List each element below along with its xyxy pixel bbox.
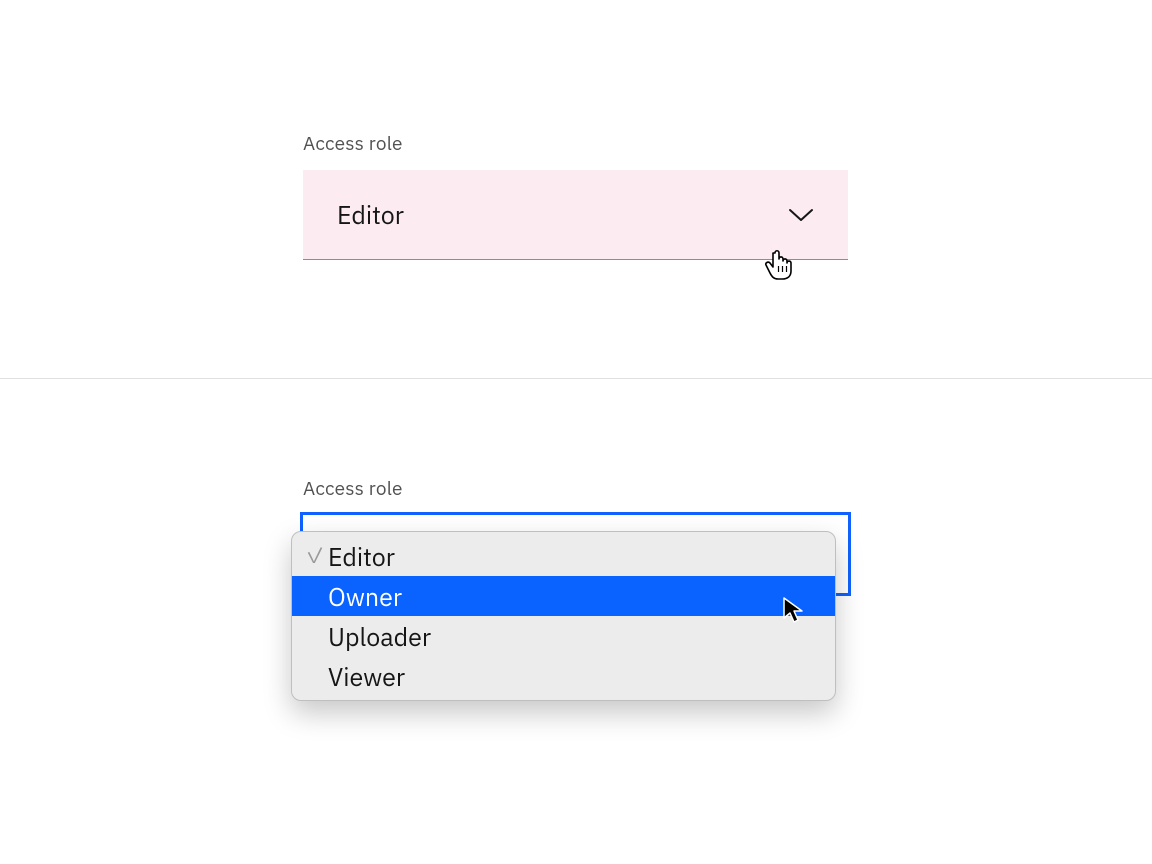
menu-option-editor[interactable]: ✓ Editor: [292, 536, 835, 576]
menu-option-label: Viewer: [328, 660, 405, 693]
menu-option-label: Uploader: [328, 620, 431, 653]
chevron-down-icon: [788, 207, 814, 223]
access-role-menu[interactable]: ✓ Editor Owner Uploader Viewer: [291, 531, 836, 701]
access-role-dropdown[interactable]: Editor: [303, 170, 848, 260]
example-divider: [0, 378, 1152, 379]
menu-option-viewer[interactable]: Viewer: [292, 656, 835, 696]
menu-option-uploader[interactable]: Uploader: [292, 616, 835, 656]
menu-option-label: Owner: [328, 580, 402, 613]
menu-option-label: Editor: [328, 540, 395, 573]
access-role-label: Access role: [303, 477, 848, 501]
menu-option-owner[interactable]: Owner: [292, 576, 835, 616]
check-icon: ✓: [304, 545, 326, 567]
dropdown-selected-value: Editor: [337, 198, 404, 231]
access-role-label: Access role: [303, 132, 848, 156]
